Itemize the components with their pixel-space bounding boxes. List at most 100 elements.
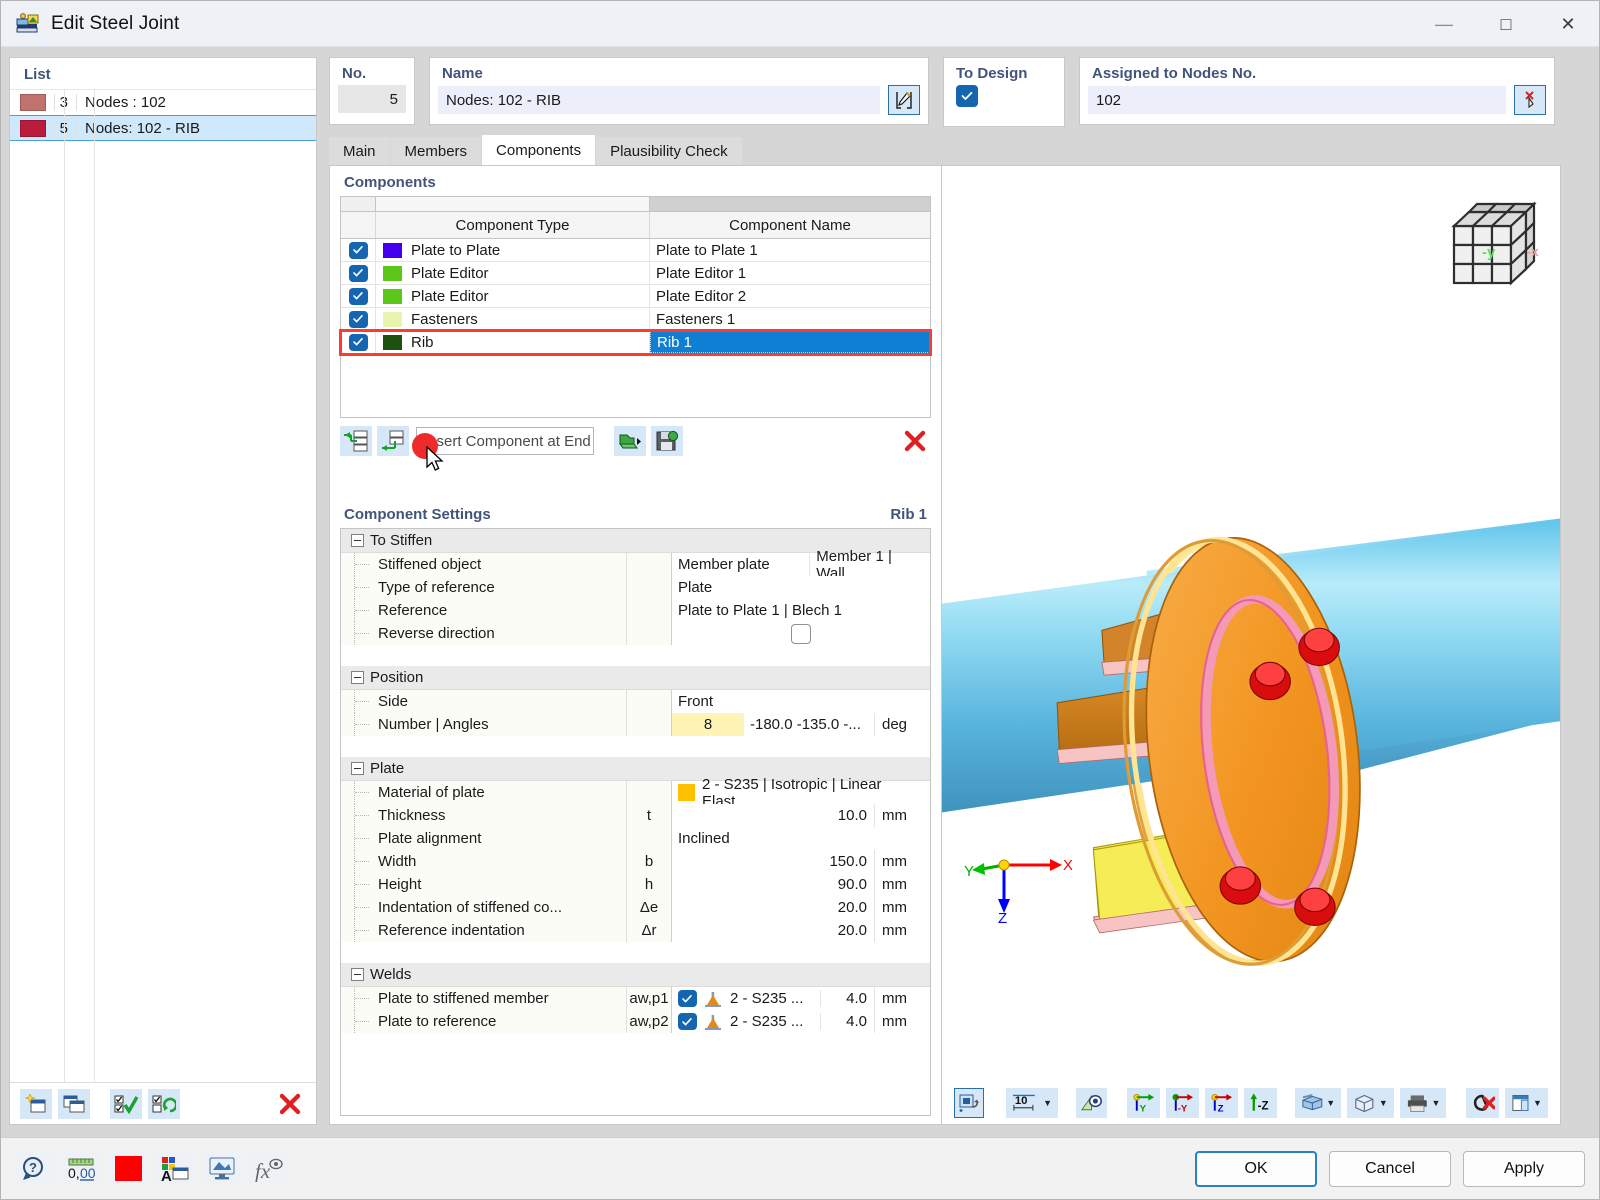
surface-model-icon[interactable]: ▼ [1294, 1088, 1342, 1118]
view-along-z-icon[interactable]: -Z [1243, 1088, 1277, 1118]
list-item[interactable]: 3 Nodes : 102 [10, 89, 316, 115]
rename-icon[interactable] [888, 85, 920, 115]
tab-plausibility-check[interactable]: Plausibility Check [596, 137, 742, 165]
list-item[interactable]: 5 Nodes: 102 - RIB [10, 115, 316, 141]
collapse-icon[interactable] [351, 762, 364, 775]
print-icon[interactable]: ▼ [1399, 1088, 1447, 1118]
chevron-down-icon[interactable]: ▼ [1432, 1098, 1441, 1108]
reverse-direction-checkbox[interactable] [791, 623, 811, 644]
clear-selection-icon[interactable] [1466, 1088, 1500, 1118]
property-value[interactable]: Plate [672, 576, 718, 599]
view-in-y-icon[interactable]: -Y [1165, 1088, 1199, 1118]
table-row[interactable]: Plate Editor Plate Editor 1 [341, 262, 930, 285]
property-row-material-of-plate[interactable]: Material of plate 2 - S235 | Isotropic |… [341, 776, 930, 810]
property-row-plate-to-reference[interactable]: Plate to reference aw,p2 2 - S235 ... 4.… [341, 1010, 930, 1033]
zoom-factor-icon[interactable]: 10 ▼ [1005, 1088, 1059, 1118]
visibility-icon[interactable] [1075, 1088, 1107, 1118]
property-row-plate-to-stiffened-member[interactable]: Plate to stiffened member aw,p1 2 - S235… [341, 987, 930, 1010]
apply-button[interactable]: Apply [1463, 1150, 1585, 1187]
new-joint-icon[interactable] [20, 1088, 52, 1119]
minimize-button[interactable]: — [1413, 1, 1475, 47]
property-value[interactable]: 20.0 [672, 922, 874, 939]
component-settings-tree[interactable]: To Stiffen Stiffened object Member plate… [340, 528, 931, 1116]
model-3d-render[interactable] [942, 166, 1560, 1082]
components-table[interactable]: Component Type Component Name Plate to P… [339, 196, 932, 356]
insert-component-before-icon[interactable] [340, 426, 372, 456]
delete-component-icon[interactable] [899, 426, 931, 456]
pick-node-icon[interactable] [1514, 85, 1546, 115]
joint-list[interactable]: 3 Nodes : 102 5 Nodes: 102 - RIB [10, 89, 316, 1082]
collapse-icon[interactable] [351, 671, 364, 684]
property-row-number-angles[interactable]: Number | Angles 8 -180.0 -135.0 -... deg [341, 713, 930, 736]
select-all-icon[interactable] [110, 1088, 142, 1119]
collapse-icon[interactable] [351, 968, 364, 981]
row-enabled-checkbox[interactable] [348, 333, 368, 351]
delete-icon[interactable] [274, 1089, 306, 1119]
property-row-thickness[interactable]: Thickness t 10.0 mm [341, 804, 930, 827]
model-viewport[interactable]: -y -x X Y Z [942, 166, 1560, 1082]
weld-type-icon[interactable] [702, 990, 724, 1008]
property-row-stiffened-object[interactable]: Stiffened object Member plate Member 1 |… [341, 548, 930, 582]
ok-button[interactable]: OK [1195, 1150, 1317, 1187]
weld-enabled-checkbox[interactable] [677, 1013, 697, 1030]
collapse-icon[interactable] [351, 534, 364, 547]
view-in-z-icon[interactable]: Z [1204, 1088, 1238, 1118]
row-enabled-checkbox[interactable] [348, 310, 368, 328]
row-enabled-checkbox[interactable] [348, 264, 368, 282]
property-value[interactable]: Plate to Plate 1 | Blech 1 [672, 599, 848, 622]
property-value-secondary[interactable]: Member 1 | Wall [809, 548, 930, 582]
joint-name-input[interactable]: Nodes: 102 - RIB [438, 86, 880, 114]
display-properties-icon[interactable]: A [156, 1151, 194, 1186]
maximize-button[interactable]: □ [1475, 1, 1537, 47]
invert-selection-icon[interactable] [148, 1088, 180, 1119]
section-position[interactable]: Position [341, 666, 930, 690]
property-row-type-of-reference[interactable]: Type of reference Plate [341, 576, 930, 599]
property-value[interactable]: Inclined [672, 827, 736, 850]
assigned-nodes-input[interactable]: 102 [1088, 86, 1506, 114]
color-swatch-icon[interactable] [109, 1151, 147, 1186]
cancel-button[interactable]: Cancel [1329, 1150, 1451, 1187]
chevron-down-icon[interactable]: ▼ [1533, 1098, 1542, 1108]
property-row-plate-alignment[interactable]: Plate alignment Inclined [341, 827, 930, 850]
tab-members[interactable]: Members [390, 137, 482, 165]
chevron-down-icon[interactable]: ▼ [1043, 1098, 1052, 1108]
property-value[interactable]: 4.0 [820, 1013, 874, 1030]
row-enabled-checkbox[interactable] [348, 287, 368, 305]
chevron-down-icon[interactable]: ▼ [1326, 1098, 1335, 1108]
section-welds[interactable]: Welds [341, 963, 930, 987]
property-value[interactable]: 90.0 [672, 876, 874, 893]
property-row-reference[interactable]: Reference Plate to Plate 1 | Blech 1 [341, 599, 930, 622]
row-enabled-checkbox[interactable] [348, 241, 368, 259]
property-row-reverse-direction[interactable]: Reverse direction [341, 622, 930, 645]
tab-components[interactable]: Components [482, 135, 596, 165]
number-of-ribs-input[interactable]: 8 [672, 713, 744, 736]
insert-component-at-end-icon[interactable] [377, 426, 409, 456]
weld-material[interactable]: 2 - S235 ... [724, 987, 820, 1010]
navigation-cube[interactable]: -y -x [1446, 194, 1542, 294]
save-component-icon[interactable] [651, 426, 683, 456]
property-value[interactable]: Member plate [672, 553, 809, 576]
property-value[interactable]: 4.0 [820, 990, 874, 1007]
property-value[interactable]: 150.0 [672, 853, 874, 870]
property-value[interactable]: 10.0 [672, 807, 874, 824]
table-row[interactable]: Plate Editor Plate Editor 2 [341, 285, 930, 308]
detach-view-icon[interactable]: ▼ [1505, 1088, 1548, 1118]
property-row-side[interactable]: Side Front [341, 690, 930, 713]
property-value[interactable]: Front [672, 690, 719, 713]
weld-enabled-checkbox[interactable] [677, 990, 697, 1007]
to-design-checkbox[interactable] [956, 85, 978, 107]
table-row[interactable]: Plate to Plate Plate to Plate 1 [341, 239, 930, 262]
property-row-height[interactable]: Height h 90.0 mm [341, 873, 930, 896]
import-component-icon[interactable] [614, 426, 646, 456]
table-row[interactable]: Fasteners Fasteners 1 [341, 308, 930, 331]
property-row-indentation-of-stiffened-component[interactable]: Indentation of stiffened co... Δe 20.0 m… [341, 896, 930, 919]
decimal-places-icon[interactable]: 0, 00 [62, 1151, 100, 1186]
tab-main[interactable]: Main [329, 137, 390, 165]
help-icon[interactable]: ? [15, 1151, 53, 1186]
weld-type-icon[interactable] [702, 1013, 724, 1031]
table-row-selected[interactable]: Rib Rib 1 [339, 329, 932, 356]
property-value[interactable]: 20.0 [672, 899, 874, 916]
property-row-width[interactable]: Width b 150.0 mm [341, 850, 930, 873]
close-button[interactable]: ✕ [1537, 1, 1599, 47]
formula-icon[interactable]: fx [250, 1151, 288, 1186]
